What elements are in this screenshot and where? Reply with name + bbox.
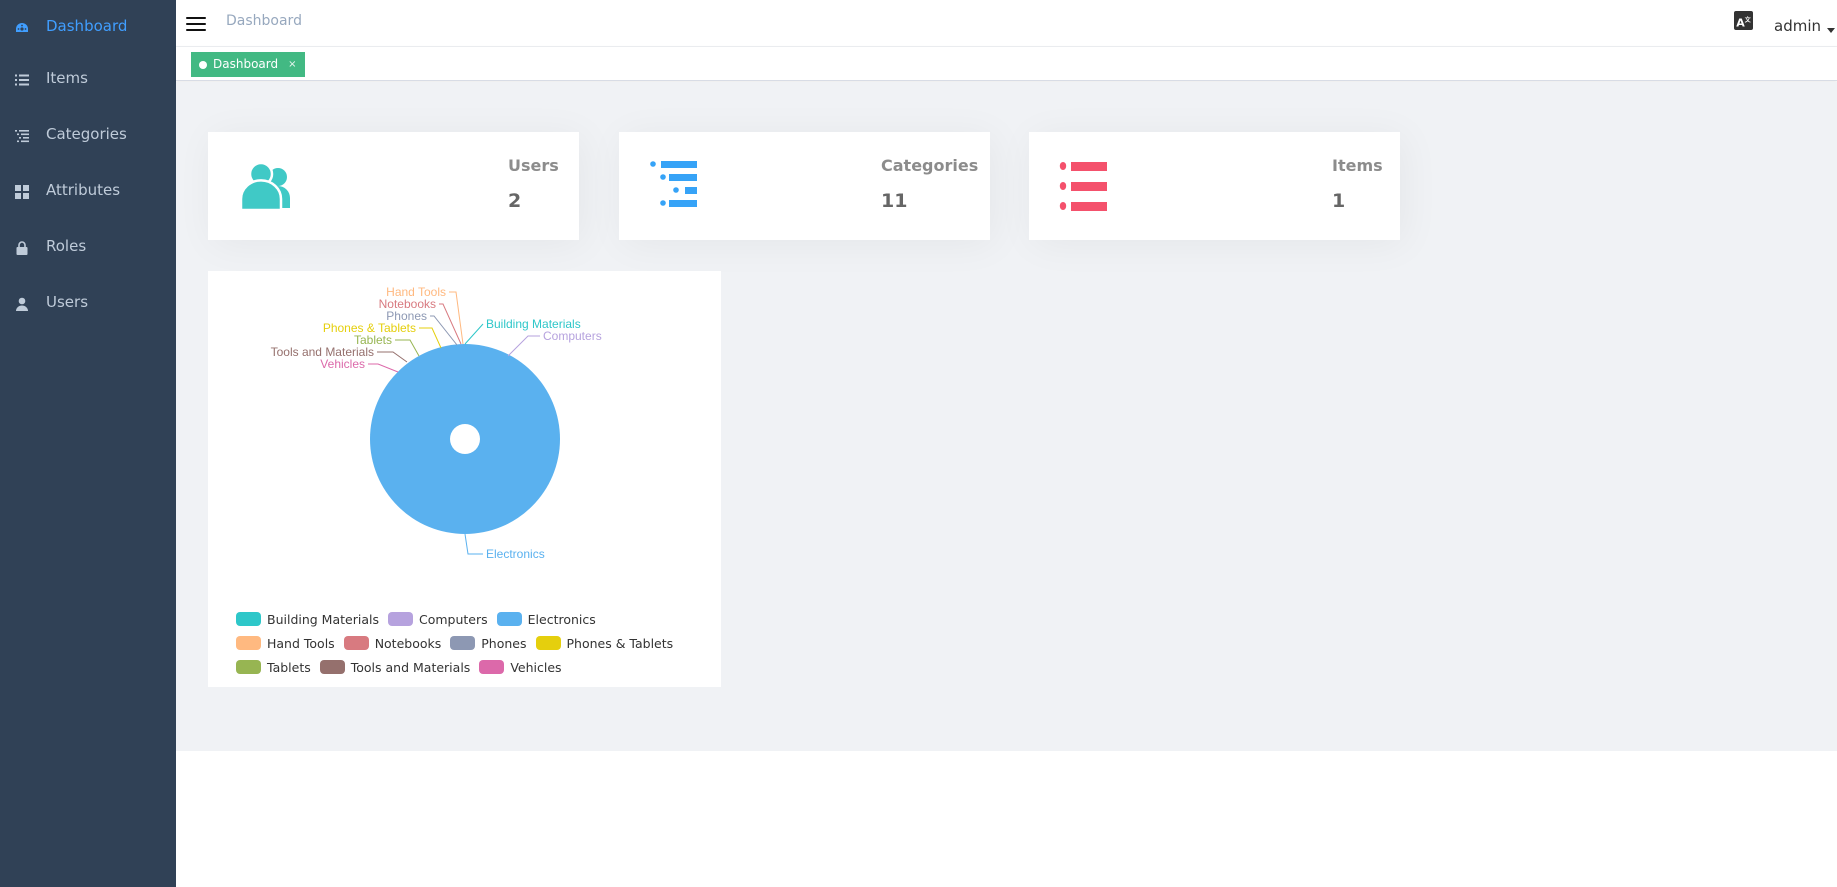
- pie-label-line: [419, 327, 442, 349]
- lock-icon: [16, 241, 28, 255]
- categories-card-value: 11: [881, 190, 908, 212]
- sidebar-item-dashboard[interactable]: Dashboard: [0, 0, 176, 56]
- pie-label-line: [368, 363, 399, 373]
- pie-label-line: [439, 303, 462, 345]
- donut-hole: [450, 424, 480, 454]
- sidebar-item-label: Roles: [46, 237, 87, 255]
- legend-swatch: [319, 660, 345, 674]
- pie-slice-label: Electronics: [486, 547, 545, 561]
- dashboard-icon: [16, 23, 28, 32]
- legend-label: Tablets: [267, 659, 311, 675]
- hamburger-menu-icon[interactable]: [186, 16, 207, 32]
- pie-label-line: [464, 533, 483, 555]
- list-icon: [1059, 162, 1107, 211]
- legend-label: Phones & Tablets: [566, 635, 674, 651]
- legend-item[interactable]: Computers: [387, 607, 488, 631]
- category-pie-chart-panel: Building Materials Computers Electronics Ha…: [208, 271, 721, 687]
- grid-icon: [15, 185, 29, 199]
- pie-label-line: [395, 339, 420, 357]
- legend-swatch: [450, 636, 476, 650]
- navbar: Dashboard A文 admin: [176, 0, 1837, 47]
- legend-item[interactable]: Notebooks: [343, 631, 442, 655]
- legend-swatch: [535, 636, 561, 650]
- legend-label: Tools and Materials: [350, 659, 471, 675]
- legend-swatch: [479, 660, 505, 674]
- sidebar-item-label: Attributes: [46, 181, 121, 199]
- category-pie-chart: Building MaterialsComputersElectronicsHa…: [271, 285, 602, 561]
- sidebar: Dashboard Items Categories Attributes Ro…: [0, 0, 176, 887]
- items-card-title: Items: [1332, 156, 1383, 175]
- legend-label: Phones: [481, 635, 527, 651]
- main-content: Users 2 Categories 11 Items 1 Building M…: [176, 82, 1837, 751]
- username: admin: [1774, 17, 1821, 35]
- breadcrumb: Dashboard: [226, 13, 302, 29]
- caret-down-icon: [1827, 28, 1835, 33]
- tag-dashboard[interactable]: Dashboard ×: [191, 52, 305, 77]
- users-card-value: 2: [508, 190, 522, 212]
- legend-swatch: [496, 612, 522, 626]
- pie-label-line: [464, 323, 484, 345]
- items-card-value: 1: [1332, 190, 1346, 212]
- sidebar-item-attributes[interactable]: Attributes: [0, 164, 176, 220]
- sidebar-item-label: Users: [46, 293, 89, 311]
- close-icon[interactable]: ×: [288, 52, 296, 77]
- legend-item[interactable]: Phones & Tablets: [535, 631, 674, 655]
- pie-label-line: [430, 315, 458, 346]
- legend-item[interactable]: Tools and Materials: [319, 655, 471, 679]
- legend-item[interactable]: Electronics: [496, 607, 596, 631]
- pie-slice-label: Vehicles: [320, 357, 365, 371]
- pie-label-line: [377, 351, 408, 363]
- sidebar-item-label: Dashboard: [46, 17, 128, 35]
- legend-label: Vehicles: [510, 659, 562, 675]
- legend-label: Building Materials: [267, 611, 379, 627]
- legend-swatch: [236, 660, 261, 674]
- legend-item[interactable]: Building Materials: [236, 607, 379, 631]
- categories-card[interactable]: Categories 11: [619, 132, 990, 240]
- pie-slice-label: Computers: [543, 329, 602, 343]
- sidebar-item-roles[interactable]: Roles: [0, 220, 176, 276]
- sidebar-item-items[interactable]: Items: [0, 52, 176, 108]
- legend-label: Computers: [418, 611, 488, 627]
- active-dot-icon: [199, 60, 207, 69]
- list-icon: [15, 74, 29, 86]
- legend-label: Hand Tools: [267, 635, 335, 651]
- tree-list-icon: [650, 161, 697, 207]
- users-card-title: Users: [508, 156, 559, 175]
- chart-legend: Building Materials Computers Electronics Ha…: [236, 607, 706, 679]
- categories-card-title: Categories: [881, 156, 979, 175]
- pie-label-line: [449, 291, 464, 345]
- legend-label: Notebooks: [374, 635, 442, 651]
- user-dropdown[interactable]: admin: [1774, 17, 1835, 35]
- pie-label-line: [507, 335, 540, 357]
- sidebar-item-label: Items: [46, 69, 88, 87]
- legend-item[interactable]: Vehicles: [479, 655, 562, 679]
- legend-swatch: [343, 636, 369, 650]
- legend-item[interactable]: Hand Tools: [236, 631, 335, 655]
- users-card[interactable]: Users 2: [208, 132, 579, 240]
- language-icon[interactable]: A文: [1734, 11, 1753, 30]
- items-card[interactable]: Items 1: [1029, 132, 1400, 240]
- sidebar-item-users[interactable]: Users: [0, 276, 176, 332]
- tags-view: Dashboard ×: [176, 47, 1837, 81]
- sidebar-item-label: Categories: [46, 125, 127, 143]
- legend-swatch: [387, 612, 413, 626]
- legend-label: Electronics: [527, 611, 596, 627]
- peoples-icon: [239, 161, 290, 212]
- legend-item[interactable]: Tablets: [236, 655, 311, 679]
- legend-swatch: [236, 636, 261, 650]
- tag-label: Dashboard: [213, 57, 279, 71]
- tree-list-icon: [15, 130, 29, 143]
- legend-item[interactable]: Phones: [450, 631, 527, 655]
- user-icon: [16, 297, 28, 311]
- sidebar-item-categories[interactable]: Categories: [0, 108, 176, 164]
- legend-swatch: [236, 612, 261, 626]
